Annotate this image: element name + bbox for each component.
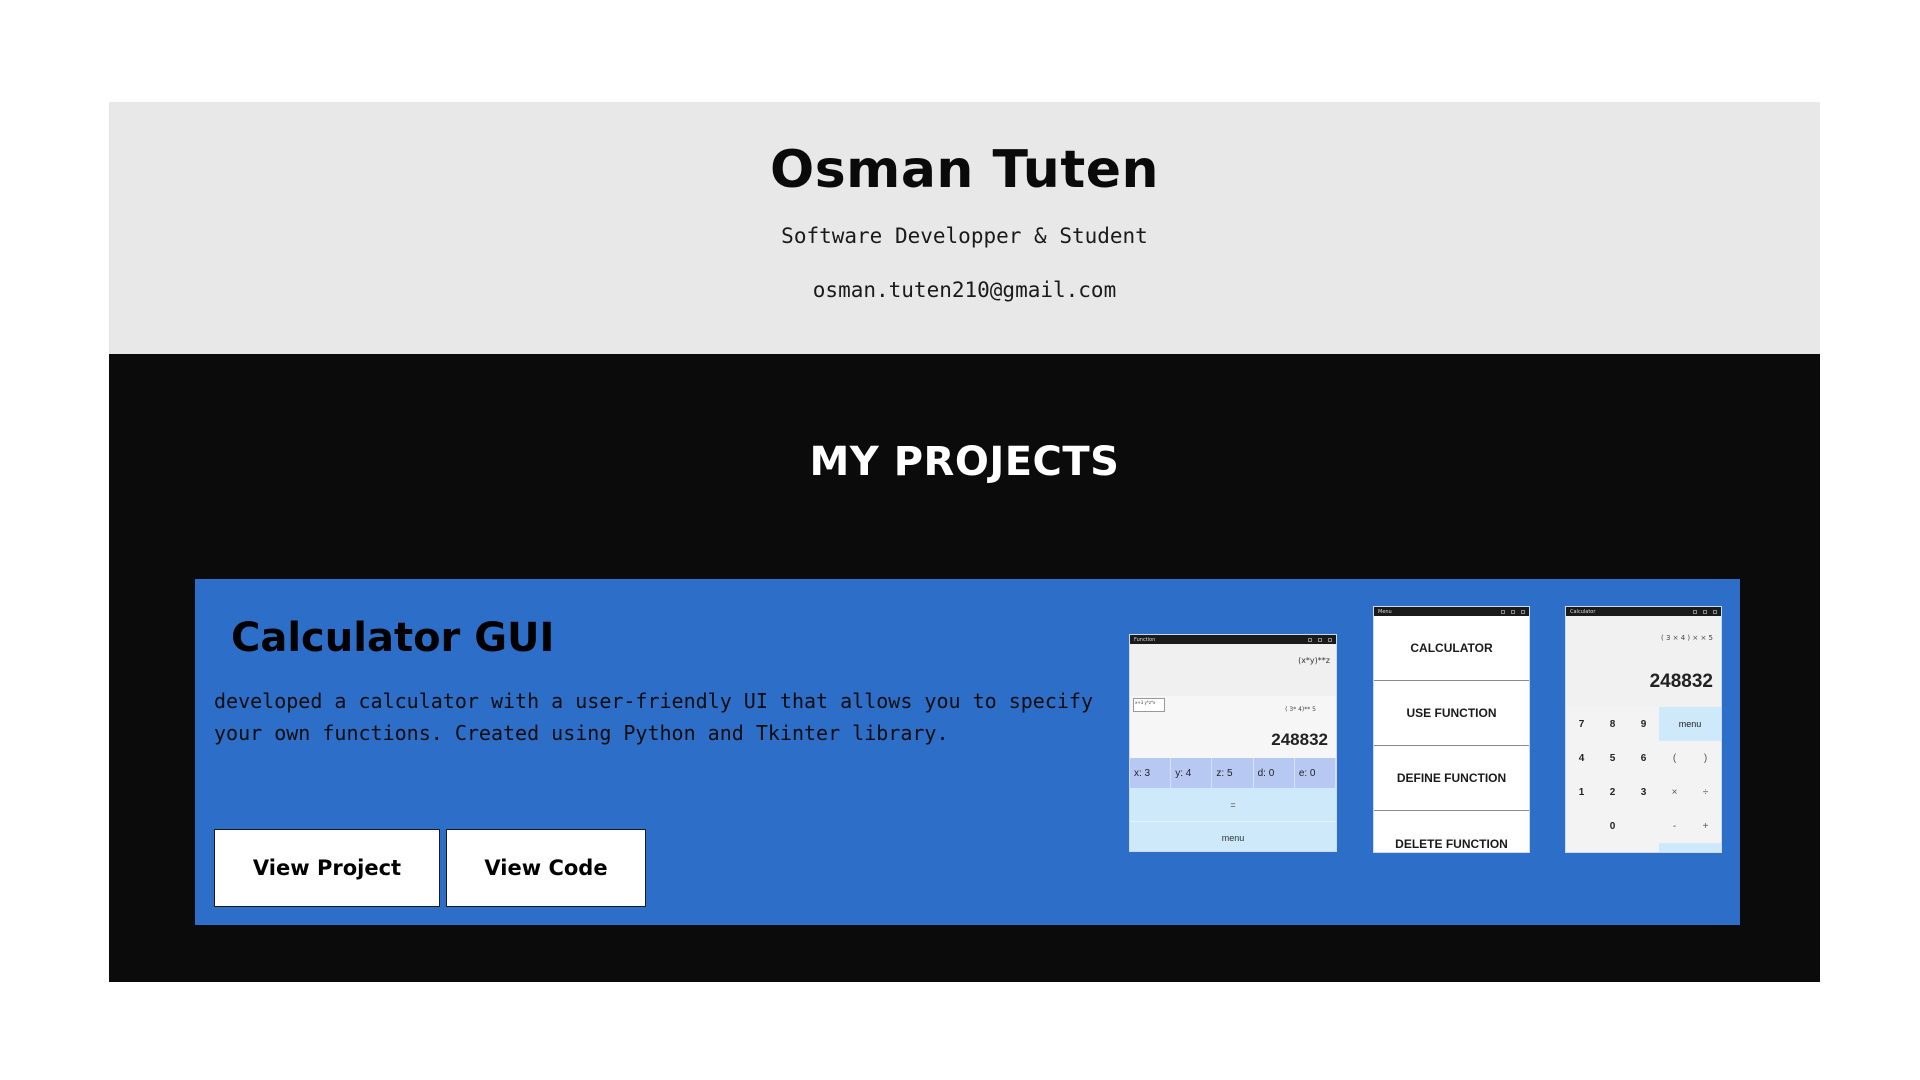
key-minus: - (1672, 820, 1677, 832)
key-5: 5 (1609, 752, 1616, 764)
variable-d: d: 0 (1254, 758, 1295, 788)
menu-item-calculator: CALCULATOR (1374, 616, 1529, 681)
projects-heading: MY PROJECTS (809, 439, 1120, 485)
key-8: 8 (1609, 718, 1616, 730)
calculator-window-screenshot: Calculator ( 3 × 4 ) × × 5 248832 7 8 9 … (1565, 606, 1722, 853)
key-1: 1 (1578, 786, 1585, 798)
key-multiply: × (1671, 786, 1678, 798)
function-window-screenshot: Function (x*y)**z x+3 y*z*x ( 3* 4)** 5 … (1129, 634, 1337, 852)
calculation-expression: ( 3* 4)** 5 (1285, 706, 1316, 713)
profile-header: Osman Tuten Software Developper & Studen… (109, 102, 1820, 354)
key-0: 0 (1609, 820, 1616, 832)
key-plus: + (1702, 820, 1709, 832)
function-expression: (x*y)**z (1298, 656, 1330, 665)
function-display: x+3 y*z*x ( 3* 4)** 5 248832 (1130, 696, 1336, 758)
menu-item-delete-function: DELETE FUNCTION (1374, 811, 1529, 852)
key-power: xⁿ (1597, 843, 1628, 852)
profile-name: Osman Tuten (770, 140, 1159, 200)
key-blank (1566, 809, 1597, 843)
window-titlebar: Function (1130, 635, 1336, 644)
view-project-button[interactable]: View Project (214, 829, 440, 907)
key-clear: C (1566, 843, 1597, 852)
view-code-button[interactable]: View Code (446, 829, 646, 907)
menu-item-use-function: USE FUNCTION (1374, 681, 1529, 746)
key-2: 2 (1609, 786, 1616, 798)
key-equals: = (1659, 843, 1721, 852)
window-titlebar: Menu (1374, 607, 1529, 616)
variable-x: x: 3 (1130, 758, 1172, 788)
key-decimal: . (1628, 843, 1659, 852)
key-6: 6 (1640, 752, 1647, 764)
key-menu: menu (1659, 707, 1721, 741)
variable-z: z: 5 (1212, 758, 1254, 788)
window-title: Menu (1378, 608, 1392, 615)
projects-section: MY PROJECTS Calculator GUI developed a c… (109, 354, 1820, 982)
function-expression-area: (x*y)**z (1130, 644, 1336, 696)
key-close-paren: ) (1703, 752, 1708, 764)
window-title: Function (1134, 636, 1156, 643)
variable-row: x: 3 y: 4 z: 5 d: 0 e: 0 (1130, 758, 1336, 788)
profile-email: osman.tuten210@gmail.com (812, 278, 1117, 302)
project-description: developed a calculator with a user-frien… (214, 689, 1093, 745)
calculator-result: 248832 (1649, 671, 1713, 692)
calculator-display: ( 3 × 4 ) × × 5 248832 (1566, 616, 1721, 707)
key-3: 3 (1640, 786, 1647, 798)
key-divide: ÷ (1702, 786, 1709, 798)
key-4: 4 (1578, 752, 1585, 764)
menu-window-screenshot: Menu CALCULATOR USE FUNCTION DEFINE FUNC… (1373, 606, 1530, 853)
window-titlebar: Calculator (1566, 607, 1721, 616)
menu-key: menu (1130, 822, 1336, 851)
variable-e: e: 0 (1295, 758, 1336, 788)
project-title: Calculator GUI (231, 615, 555, 661)
window-title: Calculator (1570, 608, 1596, 615)
window-controls (1693, 609, 1717, 614)
profile-subtitle: Software Developper & Student (781, 224, 1148, 248)
window-controls (1501, 609, 1525, 614)
variable-y: y: 4 (1171, 758, 1213, 788)
calculator-expression: ( 3 × 4 ) × × 5 (1661, 634, 1713, 642)
project-card: Calculator GUI developed a calculator wi… (195, 579, 1740, 925)
equals-key: = (1130, 788, 1336, 822)
calculator-keypad: 7 8 9 menu 4 5 6 ( ) 1 2 3 × ÷ 0 - + (1566, 707, 1721, 852)
window-controls (1308, 637, 1332, 642)
function-mini-panel: x+3 y*z*x (1133, 698, 1165, 712)
calculation-result: 248832 (1271, 730, 1328, 749)
key-blank (1628, 809, 1659, 843)
key-7: 7 (1578, 718, 1585, 730)
key-9: 9 (1640, 718, 1647, 730)
menu-item-define-function: DEFINE FUNCTION (1374, 746, 1529, 811)
portfolio-page: Osman Tuten Software Developper & Studen… (109, 102, 1820, 982)
key-open-paren: ( (1672, 752, 1677, 764)
